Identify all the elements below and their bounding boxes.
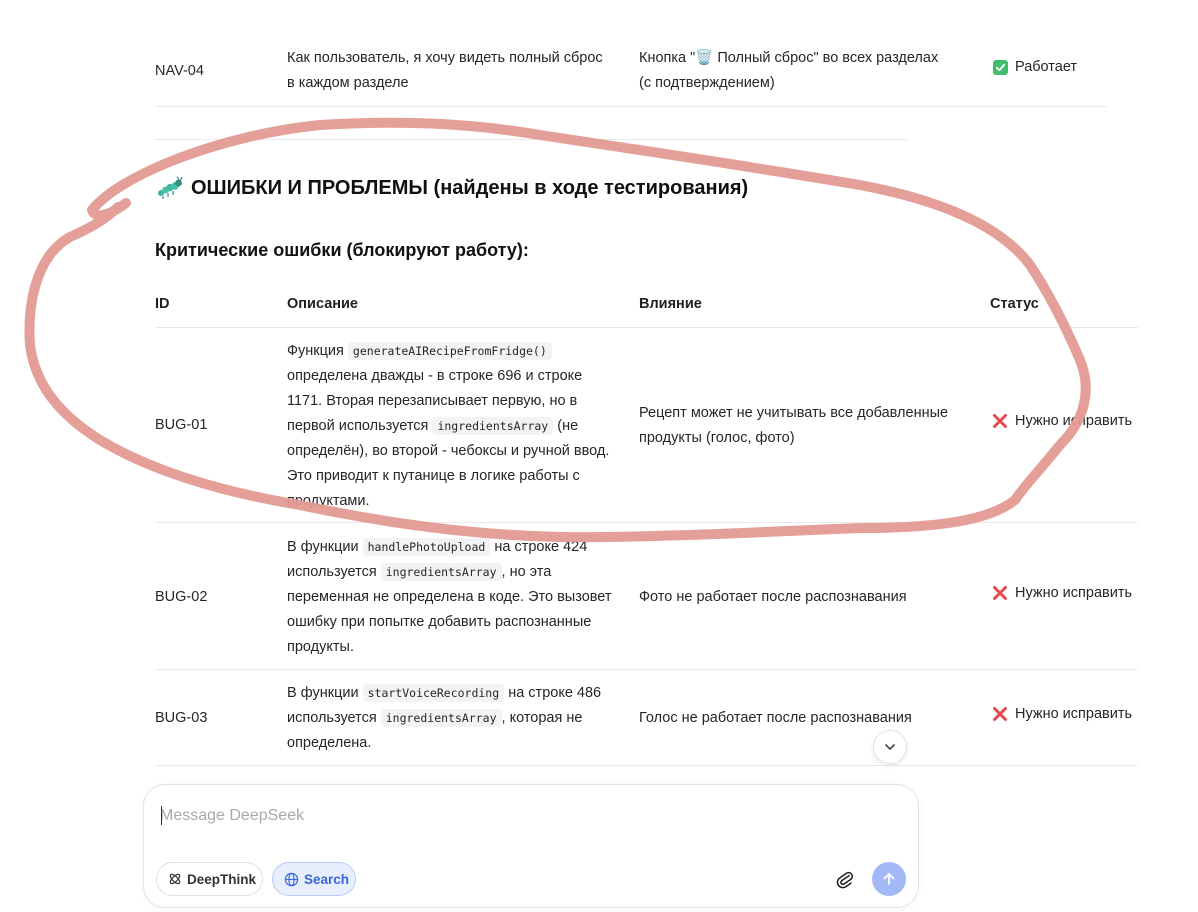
deepthink-label: DeepThink — [187, 871, 257, 887]
search-button[interactable]: Search — [272, 862, 356, 896]
cross-icon — [992, 706, 1008, 722]
nav-row-description: Как пользователь, я хочу видеть полный с… — [287, 50, 603, 91]
bug-impact: Фото не работает после распознавания — [639, 589, 907, 605]
message-input[interactable] — [160, 803, 900, 829]
code-snippet: ingredientsArray — [380, 709, 502, 727]
bug-status-label: Нужно исправить — [1015, 706, 1133, 722]
cross-icon — [992, 413, 1008, 429]
cross-icon — [992, 585, 1008, 601]
code-snippet: startVoiceRecording — [362, 684, 505, 702]
paperclip-icon[interactable] — [834, 869, 856, 891]
code-snippet: generateAIRecipeFromFridge() — [347, 342, 552, 360]
bug-description: Функция generateAIRecipeFromFridge() опр… — [287, 339, 612, 514]
section-title: ОШИБКИ И ПРОБЛЕМЫ (найдены в ходе тестир… — [157, 176, 748, 200]
header-id: ID — [155, 296, 170, 312]
code-snippet: ingredientsArray — [380, 563, 502, 581]
bug-status: Нужно исправить — [992, 413, 1132, 429]
section-title-text: ОШИБКИ И ПРОБЛЕМЫ (найдены в ходе тестир… — [191, 176, 749, 199]
deepthink-button[interactable]: DeepThink — [156, 862, 263, 896]
nav-row-implementation-line2: (с подтверждением) — [639, 75, 775, 91]
row-divider — [155, 106, 1107, 107]
bug-description: В функции startVoiceRecording на строке … — [287, 681, 612, 756]
scroll-down-button[interactable] — [873, 730, 907, 764]
nav-row-status-label: Работает — [1015, 59, 1078, 75]
bug-description-text: В функции — [287, 685, 363, 701]
bug-icon — [157, 176, 183, 200]
row-divider — [155, 522, 1138, 523]
globe-icon — [284, 872, 299, 887]
bug-impact: Рецепт может не учитывать все добавленны… — [639, 405, 949, 446]
bug-description-text: В функции — [287, 539, 363, 555]
row-divider — [155, 765, 1138, 766]
chevron-down-icon — [883, 740, 897, 754]
search-label: Search — [304, 871, 350, 887]
code-snippet: ingredientsArray — [432, 417, 554, 435]
send-button[interactable] — [872, 862, 906, 896]
nav-row-id: NAV-04 — [155, 63, 204, 79]
nav-row-status: Работает — [993, 59, 1077, 75]
bug-impact: Голос не работает после распознавания — [639, 710, 912, 726]
nav-row-implementation-line1: Кнопка "🗑️ Полный сброс" во всех раздела… — [639, 50, 939, 66]
bug-description: В функции handlePhotoUpload на строке 42… — [287, 535, 612, 660]
atom-icon — [168, 872, 182, 886]
bug-status: Нужно исправить — [992, 706, 1132, 722]
text-caret — [161, 806, 162, 825]
bug-id: BUG-03 — [155, 710, 208, 726]
critical-subtitle: Критические ошибки (блокируют работу): — [155, 240, 529, 260]
bug-description-text: Функция — [287, 343, 348, 359]
bug-id: BUG-02 — [155, 589, 208, 605]
header-impact: Влияние — [639, 296, 702, 312]
section-divider — [155, 139, 907, 140]
bug-status-label: Нужно исправить — [1015, 413, 1133, 429]
bug-status: Нужно исправить — [992, 585, 1132, 601]
header-divider — [155, 327, 1138, 328]
code-snippet: handlePhotoUpload — [362, 538, 491, 556]
header-description: Описание — [287, 296, 358, 312]
message-composer: DeepThink Search — [143, 784, 919, 908]
check-icon — [993, 59, 1008, 75]
row-divider — [155, 669, 1138, 670]
nav-row-implementation: Кнопка "🗑️ Полный сброс" во всех раздела… — [639, 46, 969, 96]
arrow-up-icon — [881, 871, 897, 887]
header-status: Статус — [990, 296, 1039, 312]
bug-id: BUG-01 — [155, 417, 208, 433]
bug-status-label: Нужно исправить — [1015, 585, 1133, 601]
